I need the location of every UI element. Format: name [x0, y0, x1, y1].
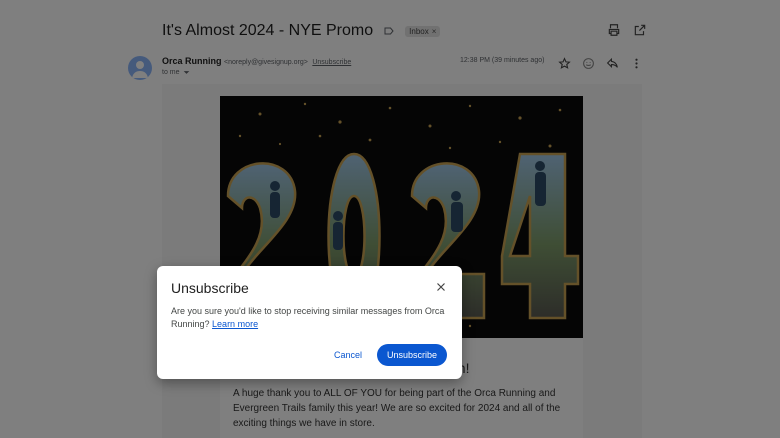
close-icon[interactable]	[432, 278, 450, 296]
confirm-unsubscribe-button[interactable]: Unsubscribe	[377, 344, 447, 366]
dialog-title: Unsubscribe	[171, 280, 249, 296]
cancel-button[interactable]: Cancel	[329, 346, 367, 363]
dialog-message-block: Are you sure you'd like to stop receivin…	[171, 305, 449, 331]
learn-more-link[interactable]: Learn more	[212, 319, 258, 329]
unsubscribe-dialog: Unsubscribe Are you sure you'd like to s…	[157, 266, 462, 379]
